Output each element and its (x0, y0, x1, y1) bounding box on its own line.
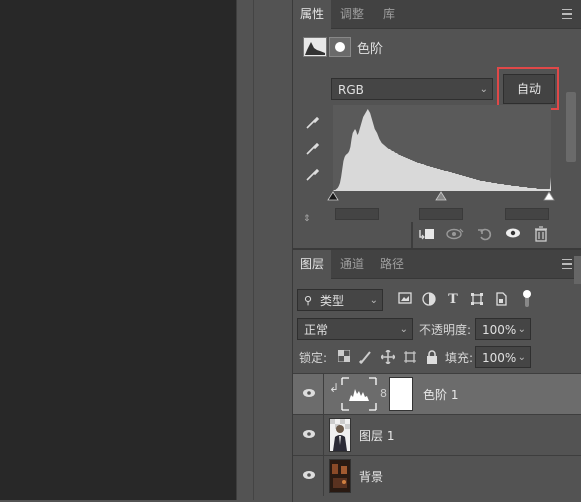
layer-row-levels[interactable]: ↲ 8 色阶 1 (293, 373, 581, 414)
layers-scrollbar[interactable] (574, 256, 581, 284)
tab-adjustments[interactable]: 调整 (333, 0, 371, 28)
tab-paths[interactable]: 路径 (373, 250, 411, 278)
reset-icon[interactable] (475, 226, 495, 244)
histogram-graph (333, 109, 551, 191)
input-sliders[interactable] (327, 190, 557, 204)
layer-row-background[interactable]: 背景 (293, 455, 581, 496)
view-previous-state-icon[interactable] (445, 226, 465, 244)
white-point-eyedropper-icon[interactable] (305, 166, 321, 182)
trash-icon[interactable] (531, 226, 551, 244)
eye-icon[interactable] (302, 428, 316, 442)
properties-header: 色阶 (293, 29, 581, 65)
input-shadow-field[interactable] (335, 208, 379, 220)
gray-point-eyedropper-icon[interactable] (305, 140, 321, 156)
search-icon: ⚲ (304, 294, 313, 307)
clip-indicator-icon: ↲ (329, 381, 340, 395)
midtone-slider[interactable] (435, 191, 447, 201)
layer-mask-icon[interactable] (329, 37, 351, 57)
fill-value: 100% (482, 351, 517, 365)
fill-label: 填充: (445, 351, 474, 365)
fill-field[interactable]: 100% ⌄ (475, 346, 531, 368)
lock-transparent-pixels-icon[interactable] (337, 349, 351, 364)
levels-adjustment-icon (303, 37, 327, 57)
filter-pixel-icon[interactable] (397, 292, 413, 308)
lock-position-icon[interactable] (380, 349, 396, 365)
properties-scrollbar[interactable] (566, 92, 576, 162)
channel-select[interactable]: RGB ⌄ (331, 78, 493, 100)
blend-mode-select[interactable]: 正常 ⌄ (297, 318, 413, 340)
filter-adjustment-icon[interactable] (421, 292, 437, 308)
layer-name[interactable]: 图层 1 (359, 427, 394, 444)
canvas-area (0, 0, 236, 500)
layers-tabbar: 图层 通道 路径 (293, 250, 581, 279)
input-midtone-field[interactable] (419, 208, 463, 220)
tab-properties[interactable]: 属性 (293, 0, 331, 29)
tab-channels[interactable]: 通道 (333, 250, 371, 278)
panel-menu-icon[interactable] (562, 9, 572, 19)
opacity-value: 100% (482, 323, 517, 337)
filter-select-value: 类型 (320, 294, 345, 308)
lock-all-icon[interactable] (425, 350, 439, 364)
visibility-icon[interactable] (503, 226, 523, 244)
layer-name[interactable]: 色阶 1 (423, 386, 458, 403)
filter-toggle-icon[interactable] (521, 289, 533, 309)
properties-title: 色阶 (357, 42, 384, 57)
panel-gutter (236, 0, 293, 500)
black-point-eyedropper-icon[interactable] (305, 114, 321, 130)
tab-libraries[interactable]: 库 (373, 0, 405, 28)
layer1-thumbnail[interactable] (329, 418, 351, 452)
filter-type-icon[interactable]: T (445, 292, 461, 308)
opacity-label: 不透明度: (419, 323, 472, 337)
tab-layers[interactable]: 图层 (293, 250, 331, 279)
lock-image-pixels-icon[interactable] (358, 350, 373, 365)
layer-row-layer1[interactable]: 图层 1 (293, 414, 581, 455)
blend-mode-value: 正常 (304, 323, 329, 337)
levels-layer-thumbnail[interactable] (341, 377, 377, 411)
link-icon[interactable]: 8 (380, 387, 387, 400)
shadow-slider[interactable] (327, 191, 339, 201)
chevron-down-icon: ⌄ (517, 352, 526, 363)
background-thumbnail[interactable] (329, 459, 351, 493)
highlight-slider[interactable] (543, 191, 555, 201)
chevron-down-icon: ⌄ (369, 295, 378, 306)
eye-icon[interactable] (302, 469, 316, 483)
layer-mask-thumbnail[interactable] (389, 377, 413, 411)
lock-label: 锁定: (299, 351, 328, 365)
highlight-box (497, 67, 559, 110)
input-highlight-field[interactable] (505, 208, 549, 220)
filter-shape-icon[interactable] (469, 292, 485, 308)
layers-panel: 图层 通道 路径 ⚲ 类型 ⌄ T 正常 ⌄ 不透明度: 100% ⌄ 锁定: (292, 248, 581, 502)
eye-icon[interactable] (302, 387, 316, 401)
chevron-down-icon: ⌄ (399, 324, 408, 335)
chevron-down-icon: ⌄ (479, 84, 488, 95)
layers-menu-icon[interactable] (562, 259, 572, 269)
filter-smart-object-icon[interactable] (493, 292, 509, 308)
histogram (333, 105, 551, 191)
properties-tabbar: 属性 调整 库 (293, 0, 581, 29)
clip-to-layer-icon[interactable] (417, 226, 437, 244)
properties-panel: 属性 调整 库 色阶 RGB ⌄ 自动 ⇕ (292, 0, 581, 248)
chevron-down-icon: ⌄ (517, 324, 526, 335)
lock-artboard-icon[interactable] (403, 350, 417, 364)
opacity-field[interactable]: 100% ⌄ (475, 318, 531, 340)
channel-select-value: RGB (338, 83, 364, 97)
filter-select[interactable]: ⚲ 类型 ⌄ (297, 289, 383, 311)
layer-name[interactable]: 背景 (359, 468, 383, 485)
properties-footer (293, 222, 581, 248)
